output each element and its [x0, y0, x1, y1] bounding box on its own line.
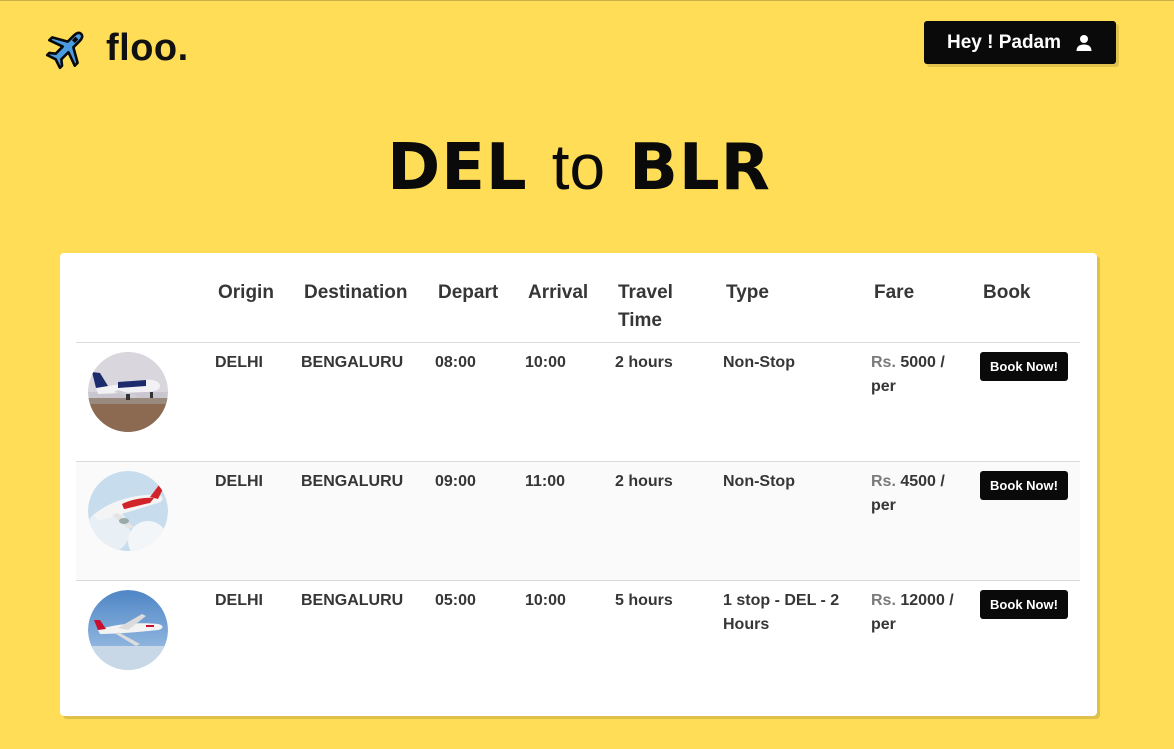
navbar: floo. Hey ! Padam — [0, 1, 1174, 91]
cell-fare: Rs. 4500 / per — [871, 470, 966, 518]
brand-name: floo. — [106, 27, 189, 69]
cell-type: Non-Stop — [723, 473, 795, 490]
header-book: Book — [983, 282, 1031, 303]
cell-type: 1 stop - DEL - 2 Hours — [723, 592, 840, 633]
table-row: DELHI BENGALURU 05:00 10:00 5 hours 1 st… — [76, 581, 1080, 700]
header-origin: Origin — [218, 282, 274, 303]
route-connector: to — [551, 131, 606, 203]
table-header: Origin Destination Depart Arrival Travel… — [76, 271, 1080, 343]
book-now-button[interactable]: Book Now! — [980, 352, 1068, 381]
route-destination-code: BLR — [629, 131, 771, 205]
user-menu-button[interactable]: Hey ! Padam — [924, 21, 1116, 64]
header-destination: Destination — [304, 282, 408, 303]
header-depart: Depart — [438, 282, 499, 303]
airasia-plane-photo — [88, 471, 168, 551]
cell-fare: Rs. 12000 / per — [871, 589, 966, 637]
cell-destination: BENGALURU — [301, 354, 404, 371]
header-travel-time: Travel Time — [618, 282, 673, 331]
table-row: DELHI BENGALURU 09:00 11:00 2 hours Non-… — [76, 462, 1080, 581]
cell-depart: 08:00 — [435, 354, 476, 371]
cell-type: Non-Stop — [723, 354, 795, 371]
table-row: DELHI BENGALURU 08:00 10:00 2 hours Non-… — [76, 343, 1080, 462]
user-greeting: Hey ! Padam — [946, 31, 1062, 53]
brand[interactable]: floo. — [44, 25, 189, 71]
cell-arrival: 10:00 — [525, 354, 566, 371]
flights-card: Origin Destination Depart Arrival Travel… — [60, 253, 1097, 716]
airplane-icon — [45, 31, 84, 70]
cell-depart: 05:00 — [435, 592, 476, 609]
cell-travel-time: 5 hours — [615, 592, 673, 609]
cell-fare: Rs. 5000 / per — [871, 351, 966, 399]
cell-arrival: 10:00 — [525, 592, 566, 609]
fare-currency: Rs. — [871, 592, 896, 609]
cell-travel-time: 2 hours — [615, 473, 673, 490]
cell-arrival: 11:00 — [525, 473, 566, 490]
cell-destination: BENGALURU — [301, 473, 404, 490]
cell-destination: BENGALURU — [301, 592, 404, 609]
flights-table: Origin Destination Depart Arrival Travel… — [76, 271, 1080, 700]
route-title: DEL to BLR — [0, 129, 1158, 206]
cell-origin: DELHI — [215, 473, 263, 490]
fare-currency: Rs. — [871, 473, 896, 490]
fare-currency: Rs. — [871, 354, 896, 371]
cell-origin: DELHI — [215, 592, 263, 609]
emirates-plane-photo — [88, 590, 168, 670]
header-fare: Fare — [874, 282, 915, 303]
book-now-button[interactable]: Book Now! — [980, 590, 1068, 619]
header-arrival: Arrival — [528, 282, 589, 303]
route-origin-code: DEL — [387, 131, 528, 205]
cell-travel-time: 2 hours — [615, 354, 673, 371]
cell-origin: DELHI — [215, 354, 263, 371]
user-icon — [1076, 34, 1092, 51]
book-now-button[interactable]: Book Now! — [980, 471, 1068, 500]
indigo-plane-photo — [88, 352, 168, 432]
cell-depart: 09:00 — [435, 473, 476, 490]
header-type: Type — [726, 282, 769, 303]
